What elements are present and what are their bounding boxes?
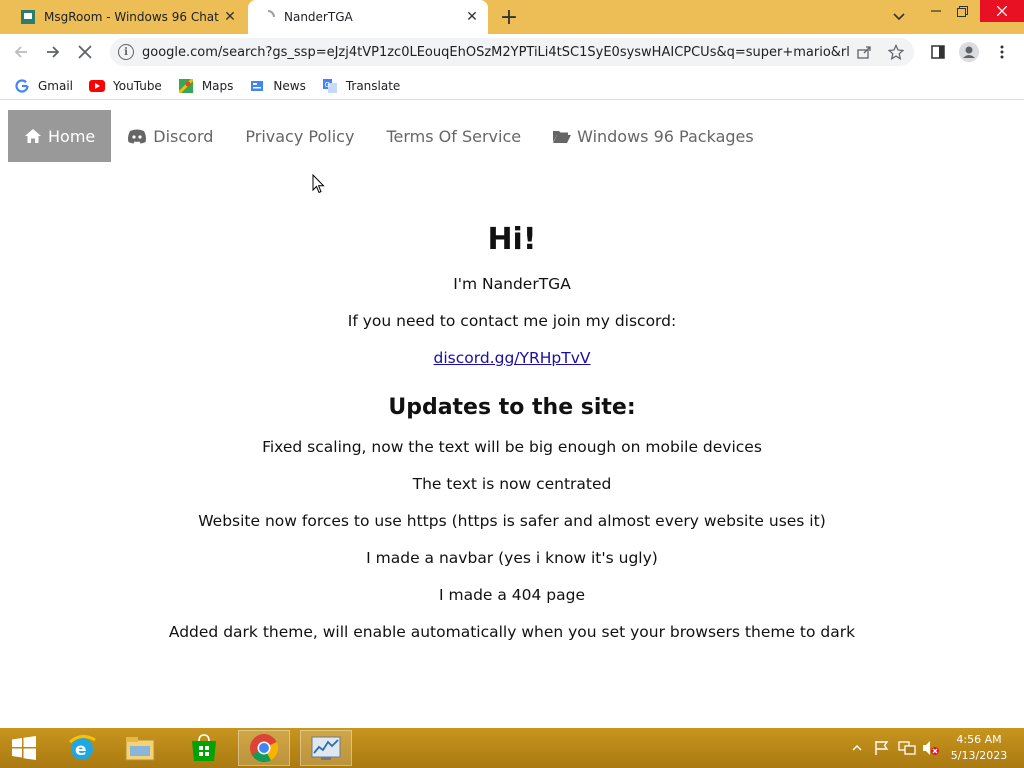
update-item: The text is now centrated (412, 475, 612, 493)
bookmark-maps[interactable]: Maps (178, 78, 234, 94)
restore-button[interactable] (950, 0, 974, 22)
mouse-cursor-icon (312, 173, 325, 198)
svg-text:G: G (324, 81, 329, 89)
svg-text:e: e (75, 740, 87, 760)
update-item: Fixed scaling, now the text will be big … (262, 438, 762, 456)
windows-taskbar: e 4:56 AM 5/13/2023 (0, 728, 1024, 768)
news-icon (249, 78, 265, 94)
bookmark-gmail[interactable]: Gmail (14, 78, 73, 94)
discord-icon (127, 129, 147, 144)
page-heading: Hi! (487, 222, 537, 257)
address-bar[interactable]: i google.com/search?gs_ssp=eJzj4tVP1zc0L… (110, 38, 914, 66)
action-center-flag-icon[interactable] (874, 728, 890, 768)
update-item: I made a 404 page (438, 586, 586, 604)
bookmark-star-icon[interactable] (888, 38, 910, 66)
nav-home[interactable]: Home (8, 110, 112, 162)
profile-avatar-icon[interactable] (956, 38, 982, 66)
close-tab-icon[interactable]: ✕ (464, 9, 480, 25)
close-window-button[interactable] (980, 0, 1024, 22)
new-tab-button[interactable]: + (496, 5, 522, 30)
bookmark-youtube[interactable]: YouTube (89, 78, 162, 94)
bookmark-label: YouTube (113, 78, 162, 93)
chrome-taskbar-icon[interactable] (238, 730, 290, 766)
browser-menu-icon[interactable] (989, 38, 1015, 66)
main-content: Hi! I'm NanderTGA If you need to contact… (0, 222, 1024, 660)
nav-windows-96-packages[interactable]: Windows 96 Packages (537, 110, 770, 162)
internet-explorer-icon[interactable]: e (56, 730, 108, 766)
tab-title: MsgRoom - Windows 96 Chat (44, 10, 219, 24)
url-text[interactable]: google.com/search?gs_ssp=eJzj4tVP1zc0LEo… (142, 45, 850, 60)
minimize-button[interactable] (924, 0, 948, 22)
taskbar-clock[interactable]: 4:56 AM 5/13/2023 (944, 732, 1014, 764)
updates-heading: Updates to the site: (388, 395, 636, 420)
forward-button[interactable] (40, 39, 66, 65)
clock-date: 5/13/2023 (950, 749, 1008, 762)
volume-muted-icon[interactable] (922, 728, 940, 768)
site-navbar: Home Discord Privacy Policy Terms Of Ser… (8, 110, 770, 162)
nav-terms-of-service[interactable]: Terms Of Service (370, 110, 537, 162)
home-icon (24, 128, 42, 144)
bookmark-label: News (273, 78, 306, 93)
google-icon (14, 78, 30, 94)
nav-packages-label: Windows 96 Packages (577, 126, 754, 146)
show-hidden-icons-button[interactable] (852, 728, 862, 768)
nav-privacy-label: Privacy Policy (245, 126, 355, 146)
tab-msgroom[interactable]: MsgRoom - Windows 96 Chat ✕ (8, 0, 246, 34)
tab-search-button[interactable] (888, 6, 910, 28)
bookmark-translate[interactable]: G Translate (322, 78, 401, 94)
bookmarks-bar: Gmail YouTube Maps News G Translate (0, 72, 1024, 100)
bookmark-news[interactable]: News (249, 78, 306, 94)
translate-icon: G (322, 78, 338, 94)
nav-home-label: Home (48, 126, 96, 146)
file-explorer-icon[interactable] (114, 730, 166, 766)
site-info-icon[interactable]: i (118, 44, 134, 60)
performance-monitor-icon[interactable] (300, 730, 352, 766)
update-item: I made a navbar (yes i know it's ugly) (366, 549, 658, 567)
bookmark-label: Maps (201, 78, 234, 93)
contact-text: If you need to contact me join my discor… (347, 312, 677, 330)
bookmark-label: Translate (345, 78, 401, 93)
loading-spinner-icon (260, 9, 276, 25)
intro-text: I'm NanderTGA (453, 275, 571, 293)
youtube-icon (89, 78, 106, 94)
network-icon[interactable] (898, 728, 916, 768)
discord-invite-link[interactable]: discord.gg/YRHpTvV (434, 349, 591, 367)
nav-privacy-policy[interactable]: Privacy Policy (229, 110, 370, 162)
windows-store-icon[interactable] (178, 730, 230, 766)
tab-title: NanderTGA (284, 10, 353, 24)
update-item: Website now forces to use https (https i… (198, 512, 826, 530)
nav-discord[interactable]: Discord (111, 110, 229, 162)
stop-loading-button[interactable] (72, 39, 98, 65)
bookmark-label: Gmail (38, 78, 74, 93)
maps-icon (178, 78, 194, 94)
browser-tab-strip: MsgRoom - Windows 96 Chat ✕ NanderTGA ✕ … (0, 0, 1024, 34)
start-button[interactable] (0, 730, 48, 766)
side-panel-icon[interactable] (925, 38, 951, 66)
back-button[interactable] (8, 39, 34, 65)
web-page: Home Discord Privacy Policy Terms Of Ser… (0, 102, 1024, 728)
nav-discord-label: Discord (153, 126, 214, 146)
share-icon[interactable] (856, 38, 878, 66)
update-item: Added dark theme, will enable automatica… (168, 623, 856, 641)
tab-nandertga[interactable]: NanderTGA ✕ (248, 0, 488, 34)
msgroom-favicon-icon (20, 9, 36, 25)
close-tab-icon[interactable]: ✕ (222, 9, 238, 25)
folder-open-icon (553, 129, 572, 143)
clock-time: 4:56 AM (956, 733, 1002, 746)
nav-tos-label: Terms Of Service (386, 126, 522, 146)
